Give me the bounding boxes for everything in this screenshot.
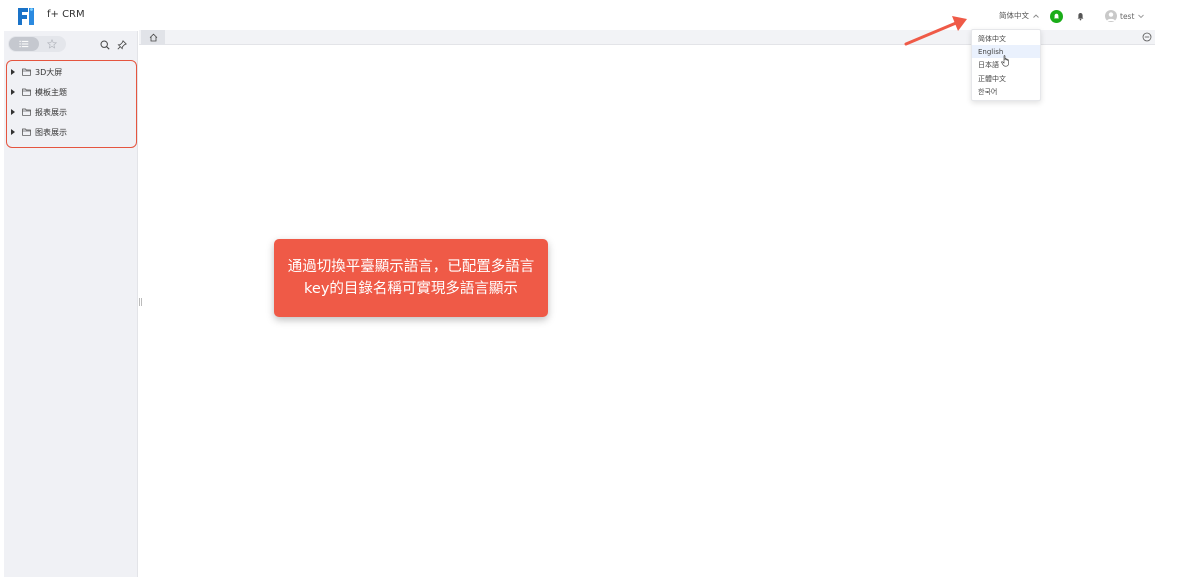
tree-item-label: 报表展示	[35, 107, 67, 117]
caret-right-icon[interactable]	[11, 109, 15, 115]
chevron-up-icon	[1033, 13, 1039, 18]
avatar-icon	[1105, 10, 1117, 22]
folder-icon	[22, 108, 31, 116]
tree-item[interactable]: 模板主题	[11, 85, 67, 99]
tree-item[interactable]: 报表展示	[11, 105, 67, 119]
language-option-korean[interactable]: 한국어	[972, 85, 1040, 98]
tree-item[interactable]: 3D大屏	[11, 65, 62, 79]
language-option-simplified-chinese[interactable]: 简体中文	[972, 32, 1040, 45]
app-title: f+ CRM	[47, 9, 85, 20]
home-icon	[149, 33, 157, 42]
tree-item[interactable]: 图表展示	[11, 125, 67, 139]
status-indicator-icon[interactable]	[1050, 10, 1063, 23]
caret-right-icon[interactable]	[11, 129, 15, 135]
sidebar-view-switch	[8, 36, 66, 52]
star-icon	[47, 39, 57, 49]
pin-icon[interactable]	[117, 40, 127, 50]
annotation-callout: 通過切換平臺顯示語言，已配置多語言key的目錄名稱可實現多語言顯示	[274, 239, 548, 317]
top-header: f+ CRM 简体中文 test	[0, 0, 1155, 30]
language-selector-label: 简体中文	[999, 11, 1029, 20]
user-name: test	[1120, 11, 1135, 21]
folder-icon	[22, 128, 31, 136]
language-dropdown-menu: 简体中文 English 日本語 正體中文 한국어	[971, 29, 1041, 101]
annotation-arrow-icon	[904, 16, 967, 46]
tree-item-label: 图表展示	[35, 127, 67, 137]
search-icon[interactable]	[100, 40, 110, 50]
sidebar-resize-handle[interactable]	[139, 298, 142, 306]
list-icon	[19, 40, 29, 48]
folder-icon	[22, 68, 31, 76]
caret-right-icon[interactable]	[11, 89, 15, 95]
chevron-down-icon	[1138, 14, 1145, 19]
notification-bell-icon[interactable]	[1076, 12, 1085, 21]
sidebar: 3D大屏 模板主题 报表展示 图表展示	[4, 31, 138, 577]
folder-icon	[22, 88, 31, 96]
language-option-japanese[interactable]: 日本語	[972, 58, 1040, 71]
app-logo-icon	[18, 8, 34, 25]
language-option-english[interactable]: English	[972, 45, 1040, 58]
tab-favorites[interactable]	[45, 38, 59, 50]
language-option-traditional-chinese[interactable]: 正體中文	[972, 72, 1040, 85]
tab-directory[interactable]	[9, 37, 39, 51]
tab-options-icon[interactable]	[1142, 32, 1152, 42]
language-selector[interactable]: 简体中文	[999, 10, 1040, 21]
user-menu[interactable]: test	[1105, 10, 1145, 22]
directory-tree: 3D大屏 模板主题 报表展示 图表展示	[6, 60, 137, 148]
caret-right-icon[interactable]	[11, 69, 15, 75]
app-window: f+ CRM 简体中文 test 3D大屏 模板主题 报表展示 图表展示 简体中…	[0, 0, 1181, 577]
tab-home[interactable]	[141, 30, 165, 45]
bell-small-icon	[1054, 13, 1059, 19]
callout-text: 通過切換平臺顯示語言，已配置多語言key的目錄名稱可實現多語言顯示	[287, 259, 535, 297]
tree-item-label: 3D大屏	[35, 67, 63, 77]
tree-item-label: 模板主题	[35, 87, 67, 97]
